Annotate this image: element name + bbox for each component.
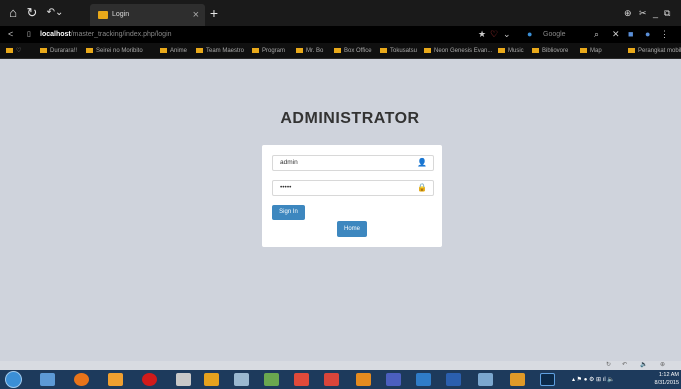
media-app-icon[interactable] <box>294 373 309 386</box>
close-icon[interactable]: × <box>193 4 199 26</box>
chevron-down-icon[interactable]: ⌄ <box>503 26 511 43</box>
firefox-icon[interactable] <box>74 373 89 386</box>
address-bar: < ▯ localhost/master_tracking/index.php/… <box>0 26 681 43</box>
tools-app-icon[interactable] <box>176 373 191 386</box>
opera-icon[interactable] <box>142 373 157 386</box>
bookmark-item[interactable]: Perangkat mobil <box>628 43 681 59</box>
speaker-icon[interactable]: 🔈 <box>640 361 647 370</box>
password-value: ••••• <box>280 184 292 191</box>
username-value: admin <box>280 159 298 166</box>
bookmark-item[interactable]: Team Maestro <box>196 43 244 59</box>
photoshop-icon[interactable] <box>540 373 555 386</box>
search-icon[interactable]: ⌕ <box>594 26 599 43</box>
star-icon[interactable]: ★ <box>478 26 486 43</box>
lock-icon: 🔒 <box>417 183 427 192</box>
xampp-icon[interactable] <box>510 373 525 386</box>
sign-in-button[interactable]: Sign In <box>272 205 305 220</box>
bookmark-item[interactable]: Seirei no Moribito <box>86 43 143 59</box>
bookmark-item[interactable]: Durarara!! <box>40 43 77 59</box>
user-icon: 👤 <box>417 158 427 167</box>
taskbar: ▴ ⚑ ● ⚙ ⊞ ıl 🔈 1:12 AM 8/31/2015 <box>0 370 681 389</box>
explorer-window-icon[interactable] <box>478 373 493 386</box>
bookmark-heart-icon[interactable]: ♡ <box>6 43 21 59</box>
clock-date: 8/31/2015 <box>654 380 679 386</box>
bookmark-item[interactable]: Anime <box>160 43 187 59</box>
heart-icon[interactable]: ♡ <box>490 26 498 43</box>
explorer-icon[interactable] <box>40 373 55 386</box>
vlc-icon[interactable] <box>356 373 371 386</box>
extension-icon-3[interactable]: ● <box>645 26 650 43</box>
notes-app-icon[interactable] <box>264 373 279 386</box>
browser-app-icon[interactable] <box>416 373 431 386</box>
browser-tab-bar: ⌂ ↻ ↶⌄ Login × + ⊕ ✂ _ ⧉ <box>0 0 681 26</box>
photo-app-icon[interactable] <box>324 373 339 386</box>
search-engine-icon[interactable]: ● <box>527 26 532 43</box>
page-title: ADMINISTRATOR <box>280 110 420 127</box>
folder-icon <box>98 11 108 19</box>
reload-icon[interactable]: ↻ <box>25 0 39 26</box>
settings-icon[interactable]: ⊕ <box>624 0 632 26</box>
restore-icon[interactable]: ⧉ <box>664 0 670 26</box>
login-panel: admin 👤 ••••• 🔒 Sign In Home <box>262 145 442 247</box>
search-input[interactable]: Google <box>543 26 566 43</box>
bookmark-item[interactable]: Music <box>498 43 524 59</box>
undo-icon[interactable]: ↶ <box>622 361 627 370</box>
zoom-icon[interactable]: ⊕ <box>660 361 665 370</box>
sync-icon[interactable]: ↻ <box>606 361 611 370</box>
username-field[interactable]: admin 👤 <box>272 155 434 171</box>
bookmark-item[interactable]: Tokusatsu <box>380 43 417 59</box>
bookmark-item[interactable]: Program <box>252 43 285 59</box>
bookmark-item[interactable]: Mr. Bo <box>296 43 323 59</box>
page-icon: ▯ <box>27 31 31 38</box>
url-field[interactable]: localhost/master_tracking/index.php/logi… <box>40 26 172 43</box>
home-button[interactable]: Home <box>337 221 367 237</box>
undo-close-icon[interactable]: ↶⌄ <box>44 0 66 26</box>
clock-time: 1:12 AM <box>658 372 679 378</box>
bookmarks-bar: ♡ Durarara!! Seirei no Moribito Anime Te… <box>0 43 681 59</box>
menu-icon[interactable]: ⋮ <box>660 26 669 43</box>
bookmark-item[interactable]: Bibliovore <box>532 43 568 59</box>
pen-app-icon[interactable] <box>234 373 249 386</box>
status-strip: ↻ ↶ 🔈 ⊕ <box>0 361 681 370</box>
folder-app-icon[interactable] <box>204 373 219 386</box>
home-icon[interactable]: ⌂ <box>6 0 20 26</box>
password-field[interactable]: ••••• 🔒 <box>272 180 434 196</box>
bookmark-item[interactable]: Map <box>580 43 602 59</box>
bookmark-item[interactable]: Box Office <box>334 43 372 59</box>
start-button[interactable] <box>5 371 22 388</box>
player-icon[interactable] <box>386 373 401 386</box>
word-icon[interactable] <box>446 373 461 386</box>
url-path: /master_tracking/index.php/login <box>70 31 172 38</box>
new-tab-button[interactable]: + <box>207 0 221 26</box>
tab-title: Login <box>112 11 130 18</box>
extension-icon-2[interactable]: ■ <box>628 26 633 43</box>
tools-icon[interactable]: ✂ <box>639 0 647 26</box>
tray-icons[interactable]: ▴ ⚑ ● ⚙ ⊞ ıl 🔈 <box>572 376 615 385</box>
clock[interactable]: 1:12 AM 8/31/2015 <box>655 371 679 387</box>
bookmark-item[interactable]: Neon Genesis Evan... <box>424 43 492 59</box>
url-host: localhost <box>40 31 71 38</box>
extension-icon[interactable]: ✕ <box>612 26 620 43</box>
minimize-icon[interactable]: _ <box>653 0 658 26</box>
tab-login[interactable]: Login × <box>90 4 205 26</box>
back-icon[interactable]: < <box>8 26 13 43</box>
app-icon[interactable] <box>108 373 123 386</box>
